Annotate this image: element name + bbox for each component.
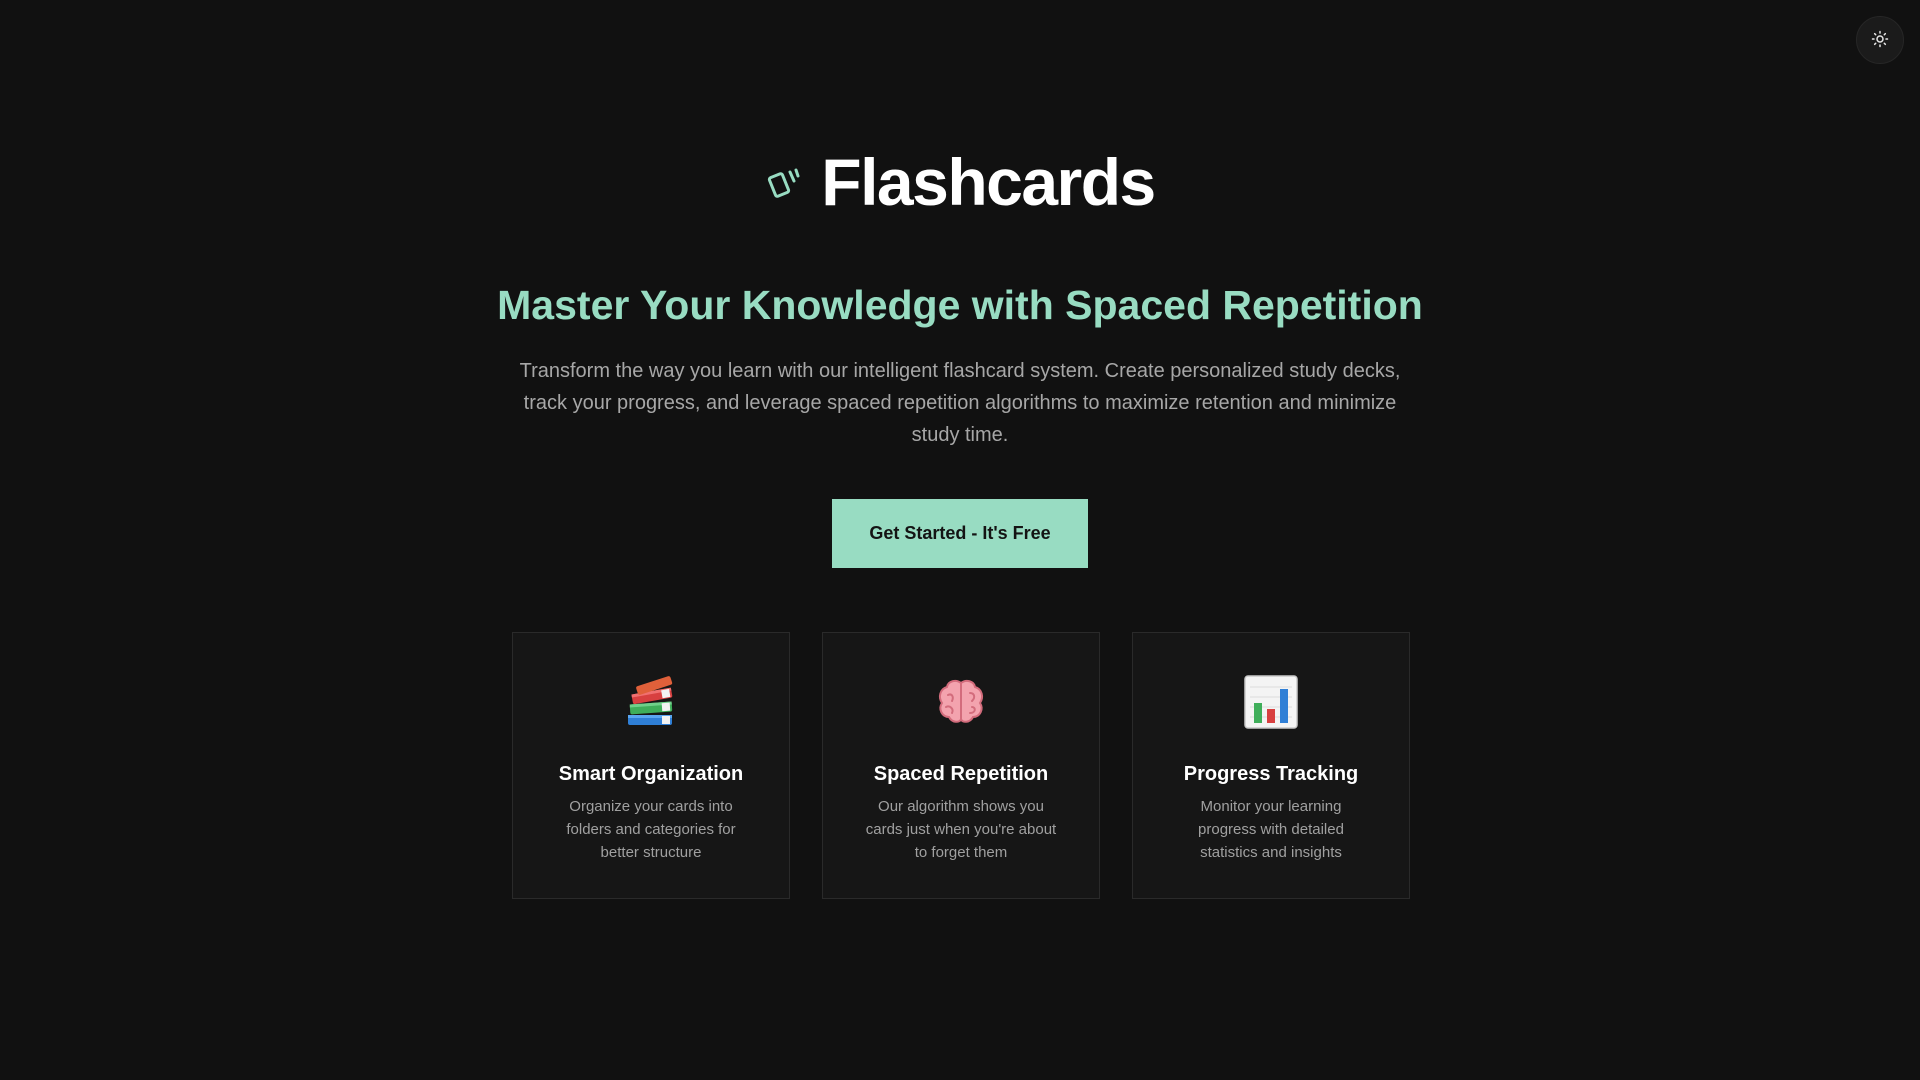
cards-icon (765, 162, 805, 202)
feature-description: Monitor your learning progress with deta… (1198, 798, 1344, 861)
sun-icon (1871, 30, 1889, 51)
hero-headline: Master Your Knowledge with Spaced Repeti… (497, 282, 1423, 328)
hero-subtext: Transform the way you learn with our int… (519, 360, 1401, 446)
feature-title: Spaced Repetition (873, 763, 1049, 785)
app-title: Flashcards (821, 145, 1156, 219)
brain-icon (932, 673, 990, 731)
feature-card-spaced-repetition: Spaced Repetition Our algorithm shows yo… (822, 632, 1100, 899)
books-icon (622, 673, 680, 731)
feature-card-smart-organization: Smart Organization Organize your cards i… (512, 632, 790, 899)
features-section: Smart Organization Organize your cards i… (512, 632, 1410, 899)
feature-description: Our algorithm shows you cards just when … (865, 798, 1057, 861)
theme-toggle-button[interactable] (1856, 16, 1904, 64)
bar-chart-icon (1242, 673, 1300, 731)
feature-title: Smart Organization (558, 763, 744, 785)
feature-description: Organize your cards into folders and cat… (566, 798, 736, 861)
feature-card-progress-tracking: Progress Tracking Monitor your learning … (1132, 632, 1410, 899)
landing-page: Flashcards Master Your Knowledge with Sp… (0, 0, 1920, 1080)
brand-header: Flashcards (0, 146, 1920, 218)
feature-title: Progress Tracking (1183, 763, 1359, 785)
get-started-button[interactable]: Get Started - It's Free (832, 499, 1088, 568)
